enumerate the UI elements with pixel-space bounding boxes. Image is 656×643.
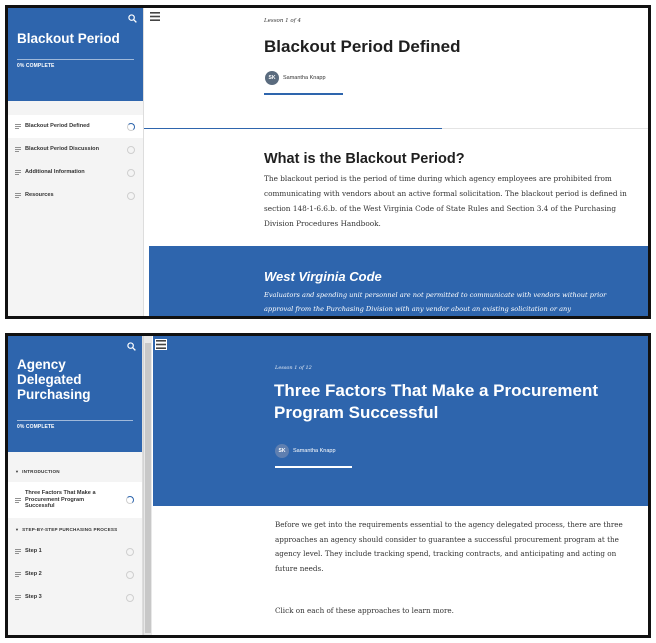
author-name: Samantha Knapp — [293, 448, 336, 454]
scrollbar-thumb[interactable] — [145, 343, 151, 633]
lesson-lines-icon — [15, 497, 21, 503]
caret-down-icon: ▼ — [15, 526, 20, 532]
title-underline — [275, 466, 352, 468]
author-byline: SK Samantha Knapp — [265, 71, 326, 85]
section-header-step-by-step[interactable]: ▼ STEP-BY-STEP PURCHASING PROCESS — [8, 518, 142, 540]
progress-ring-icon — [126, 547, 134, 556]
author-byline: SK Samantha Knapp — [275, 444, 336, 458]
progress-ring-icon — [127, 168, 135, 177]
progress-ring-icon — [127, 145, 135, 154]
band-paragraph: Evaluators and spending unit personnel a… — [264, 291, 607, 313]
course-title: Blackout Period — [17, 31, 120, 46]
section-label: STEP-BY-STEP PURCHASING PROCESS — [22, 526, 118, 532]
hamburger-menu-icon[interactable] — [155, 339, 167, 350]
sidebar-item-blackout-period-discussion[interactable]: Blackout Period Discussion — [8, 138, 143, 161]
header-divider — [17, 420, 133, 421]
sidebar-item-label: Blackout Period Defined — [25, 123, 90, 130]
lesson-list: ▼ INTRODUCTION Three Factors That Make a… — [8, 460, 142, 609]
quote-band: West Virginia Code Evaluators and spendi… — [149, 246, 648, 316]
progress-ring-icon — [126, 593, 134, 602]
section-header-introduction[interactable]: ▼ INTRODUCTION — [8, 460, 142, 482]
sidebar-item-label: Step 3 — [25, 594, 42, 601]
band-heading: West Virginia Code — [264, 269, 382, 284]
progress-ring-icon — [127, 191, 135, 200]
lesson-title: Blackout Period Defined — [264, 37, 461, 56]
lesson-lines-icon — [15, 170, 21, 175]
sidebar-item-step-1[interactable]: Step 1 — [8, 540, 142, 563]
lesson-title: Three Factors That Make a Procurement Pr… — [274, 381, 599, 422]
lesson-counter: Lesson 1 of 12 — [275, 365, 312, 371]
screenshot-blackout-period: Blackout Period 0% COMPLETE Blackout Per… — [5, 5, 651, 319]
sidebar-item-label: Step 2 — [25, 571, 42, 578]
sidebar-item-three-factors[interactable]: Three Factors That Make a Procurement Pr… — [8, 482, 142, 518]
author-name: Samantha Knapp — [283, 75, 326, 81]
cta-paragraph: Click on each of these approaches to lea… — [275, 606, 454, 615]
sidebar-item-label: Three Factors That Make a Procurement Pr… — [25, 490, 96, 510]
sidebar-item-blackout-period-defined[interactable]: Blackout Period Defined — [8, 115, 143, 138]
progress-ring-icon — [127, 122, 135, 131]
search-icon[interactable] — [128, 14, 137, 23]
course-progress: 0% COMPLETE — [17, 63, 55, 69]
caret-down-icon: ▼ — [15, 468, 20, 474]
course-sidebar: Blackout Period 0% COMPLETE Blackout Per… — [8, 8, 144, 316]
lesson-lines-icon — [15, 549, 21, 554]
course-progress: 0% COMPLETE — [17, 424, 55, 430]
lesson-lines-icon — [15, 147, 21, 152]
sidebar-item-step-2[interactable]: Step 2 — [8, 563, 142, 586]
search-icon[interactable] — [127, 342, 136, 351]
lesson-lines-icon — [15, 572, 21, 577]
header-divider — [17, 59, 134, 60]
lesson-lines-icon — [15, 193, 21, 198]
sidebar-item-label: Resources — [25, 192, 54, 199]
title-underline — [264, 93, 343, 95]
sidebar-item-label: Blackout Period Discussion — [25, 146, 99, 153]
sidebar-item-label: Additional Information — [25, 169, 85, 176]
hamburger-menu-icon[interactable] — [150, 12, 160, 21]
course-title: Agency Delegated Purchasing — [17, 357, 91, 402]
sidebar-scrollbar[interactable] — [143, 336, 152, 635]
section-label: INTRODUCTION — [22, 468, 60, 474]
avatar: SK — [265, 71, 279, 85]
lesson-lines-icon — [15, 595, 21, 600]
lesson-progress-bar-track — [442, 128, 648, 129]
course-sidebar: Agency Delegated Purchasing 0% COMPLETE … — [8, 336, 143, 635]
lesson-counter: Lesson 1 of 4 — [264, 18, 301, 24]
lesson-lines-icon — [15, 124, 21, 129]
sidebar-item-resources[interactable]: Resources — [8, 184, 143, 207]
screenshot-agency-delegated-purchasing: Agency Delegated Purchasing 0% COMPLETE … — [5, 333, 651, 638]
sidebar-item-step-3[interactable]: Step 3 — [8, 586, 142, 609]
progress-ring-icon — [126, 496, 134, 504]
progress-ring-icon — [126, 570, 134, 579]
section-heading: What is the Blackout Period? — [264, 151, 465, 167]
lesson-list: Blackout Period Defined Blackout Period … — [8, 115, 143, 207]
sidebar-header: Agency Delegated Purchasing 0% COMPLETE — [8, 336, 142, 452]
sidebar-item-additional-information[interactable]: Additional Information — [8, 161, 143, 184]
lesson-hero: Lesson 1 of 12 Three Factors That Make a… — [153, 336, 648, 506]
sidebar-header: Blackout Period 0% COMPLETE — [8, 8, 143, 101]
section-paragraph: The blackout period is the period of tim… — [264, 174, 627, 228]
intro-paragraph: Before we get into the requirements esse… — [275, 520, 623, 573]
sidebar-item-label: Step 1 — [25, 548, 42, 555]
avatar: SK — [275, 444, 289, 458]
lesson-progress-bar-fill — [144, 128, 442, 129]
